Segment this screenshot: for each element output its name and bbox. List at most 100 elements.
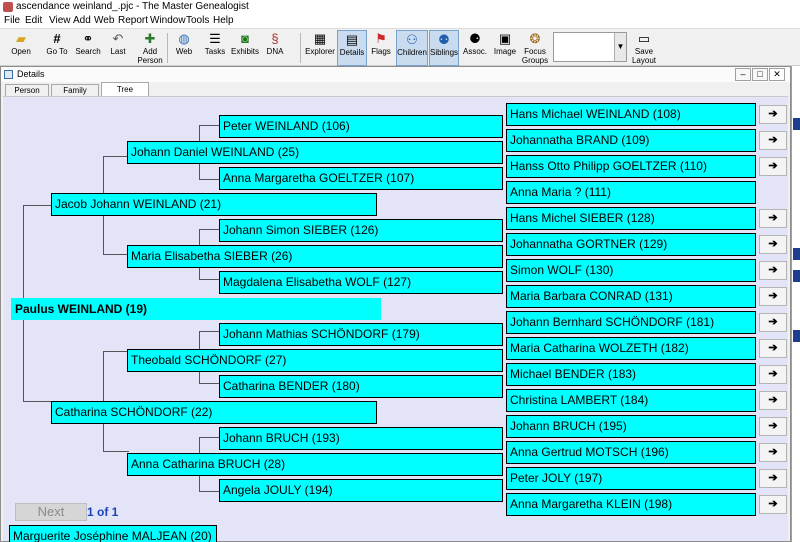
- menu-view[interactable]: View: [49, 14, 71, 28]
- arrow-right-icon[interactable]: ➔: [759, 469, 787, 488]
- next-button[interactable]: Next: [15, 503, 87, 521]
- person-paternal-grandmother[interactable]: Maria Elisabetha SIEBER (26): [127, 245, 503, 268]
- image-button[interactable]: ▣ Image: [491, 30, 519, 66]
- menu-bar: File Edit View Add Web Report Window Too…: [0, 14, 800, 28]
- person-gen5-10[interactable]: Maria Catharina WOLZETH (182): [506, 337, 756, 360]
- chevron-down-icon[interactable]: ▼: [614, 33, 626, 61]
- details-button[interactable]: ▤ Details: [337, 30, 367, 66]
- person-gen5-6[interactable]: Johannatha GORTNER (129): [506, 233, 756, 256]
- siblings-button[interactable]: ⚉ Siblings: [429, 30, 459, 66]
- arrow-right-icon[interactable]: ➔: [759, 131, 787, 150]
- arrow-right-icon[interactable]: ➔: [759, 417, 787, 436]
- web-button[interactable]: ◍ Web: [170, 30, 198, 66]
- person-gen5-2[interactable]: Johannatha BRAND (109): [506, 129, 756, 152]
- arrow-right-icon[interactable]: ➔: [759, 391, 787, 410]
- arrow-right-icon[interactable]: ➔: [759, 495, 787, 514]
- assoc-button[interactable]: ⚈ Assoc.: [460, 30, 490, 66]
- person-gen4-4[interactable]: Magdalena Elisabetha WOLF (127): [219, 271, 503, 294]
- arrow-right-icon[interactable]: ➔: [759, 365, 787, 384]
- details-window-icon: [4, 70, 13, 79]
- page-indicator: 1 of 1: [87, 505, 119, 519]
- person-gen5-11[interactable]: Michael BENDER (183): [506, 363, 756, 386]
- menu-report[interactable]: Report: [118, 14, 148, 28]
- person-gen5-12[interactable]: Christina LAMBERT (184): [506, 389, 756, 412]
- close-icon[interactable]: ✕: [769, 68, 785, 81]
- menu-add[interactable]: Add: [73, 14, 91, 28]
- person-gen4-2[interactable]: Anna Margaretha GOELTZER (107): [219, 167, 503, 190]
- flag-icon: ⚑: [375, 31, 387, 46]
- person-gen5-9[interactable]: Johann Bernhard SCHÖNDORF (181): [506, 311, 756, 334]
- go-to-button[interactable]: # Go To: [42, 30, 72, 66]
- menu-help[interactable]: Help: [213, 14, 234, 28]
- tab-family[interactable]: Family: [51, 84, 99, 96]
- person-gen5-7[interactable]: Simon WOLF (130): [506, 259, 756, 282]
- search-button[interactable]: ⚭ Search: [73, 30, 103, 66]
- person-gen4-3[interactable]: Johann Simon SIEBER (126): [219, 219, 503, 242]
- binoculars-icon: ⚭: [82, 31, 94, 46]
- save-layout-icon: ▭: [637, 31, 651, 46]
- image-icon: ▣: [498, 31, 512, 46]
- person-gen5-13[interactable]: Johann BRUCH (195): [506, 415, 756, 438]
- flags-button[interactable]: ⚑ Flags: [368, 30, 394, 66]
- layout-combobox[interactable]: ▼: [553, 32, 627, 62]
- person-gen5-3[interactable]: Hanss Otto Philipp GOELTZER (110): [506, 155, 756, 178]
- arrow-right-icon[interactable]: ➔: [759, 235, 787, 254]
- arrow-right-icon[interactable]: ➔: [759, 443, 787, 462]
- save-layout-button[interactable]: ▭ Save Layout: [629, 30, 659, 66]
- person-gen5-8[interactable]: Maria Barbara CONRAD (131): [506, 285, 756, 308]
- menu-tools[interactable]: Tools: [186, 14, 209, 28]
- menu-window[interactable]: Window: [150, 14, 186, 28]
- person-gen5-1[interactable]: Hans Michael WEINLAND (108): [506, 103, 756, 126]
- menu-file[interactable]: File: [4, 14, 20, 28]
- add-person-button[interactable]: ✚ Add Person: [135, 30, 165, 66]
- explorer-button[interactable]: ▦ Explorer: [304, 30, 336, 66]
- arrow-right-icon[interactable]: ➔: [759, 313, 787, 332]
- dna-button[interactable]: § DNA: [263, 30, 287, 66]
- menu-edit[interactable]: Edit: [25, 14, 42, 28]
- menu-web[interactable]: Web: [94, 14, 114, 28]
- person-root[interactable]: Paulus WEINLAND (19): [11, 298, 381, 320]
- background-window-edge: [791, 66, 800, 542]
- tasks-button[interactable]: ☰ Tasks: [201, 30, 229, 66]
- focus-groups-button[interactable]: ❂ Focus Groups: [520, 30, 550, 66]
- arrow-right-icon[interactable]: ➔: [759, 287, 787, 306]
- add-person-icon: ✚: [144, 31, 156, 46]
- person-gen5-15[interactable]: Peter JOLY (197): [506, 467, 756, 490]
- tab-person[interactable]: Person: [5, 84, 49, 96]
- person-mother[interactable]: Catharina SCHÖNDORF (22): [51, 401, 377, 424]
- arrow-right-icon[interactable]: ➔: [759, 339, 787, 358]
- person-gen5-4[interactable]: Anna Maria ? (111): [506, 181, 756, 204]
- app-window: ascendance weinland_.pjc - The Master Ge…: [0, 0, 800, 542]
- arrow-right-icon[interactable]: ➔: [759, 157, 787, 176]
- details-tabs: Person Family Tree: [1, 82, 790, 96]
- person-gen4-6[interactable]: Catharina BENDER (180): [219, 375, 503, 398]
- children-button[interactable]: ⚇ Children: [396, 30, 428, 66]
- person-gen5-16[interactable]: Anna Margaretha KLEIN (198): [506, 493, 756, 516]
- arrow-right-icon[interactable]: ➔: [759, 261, 787, 280]
- person-maternal-grandmother[interactable]: Anna Catharina BRUCH (28): [127, 453, 503, 476]
- person-paternal-grandfather[interactable]: Johann Daniel WEINLAND (25): [127, 141, 503, 164]
- tab-tree[interactable]: Tree: [101, 82, 149, 96]
- arrow-right-icon[interactable]: ➔: [759, 105, 787, 124]
- exhibits-button[interactable]: ◙ Exhibits: [230, 30, 260, 66]
- children-icon: ⚇: [406, 32, 418, 47]
- minimize-icon[interactable]: –: [735, 68, 751, 81]
- person-gen5-14[interactable]: Anna Gertrud MOTSCH (196): [506, 441, 756, 464]
- tasks-icon: ☰: [209, 31, 221, 46]
- person-gen4-8[interactable]: Angela JOULY (194): [219, 479, 503, 502]
- person-gen4-5[interactable]: Johann Mathias SCHÖNDORF (179): [219, 323, 503, 346]
- hash-icon: #: [53, 31, 61, 46]
- person-gen5-5[interactable]: Hans Michel SIEBER (128): [506, 207, 756, 230]
- person-gen4-1[interactable]: Peter WEINLAND (106): [219, 115, 503, 138]
- last-button[interactable]: ↶ Last: [104, 30, 132, 66]
- open-button[interactable]: ▰ Open: [6, 30, 36, 66]
- person-gen4-7[interactable]: Johann BRUCH (193): [219, 427, 503, 450]
- associates-icon: ⚈: [469, 31, 481, 46]
- person-spouse[interactable]: Marguerite Joséphine MALJEAN (20): [9, 525, 217, 542]
- window-title: ascendance weinland_.pjc - The Master Ge…: [16, 1, 249, 12]
- person-father[interactable]: Jacob Johann WEINLAND (21): [51, 193, 377, 216]
- details-title: Details: [17, 69, 45, 79]
- maximize-icon[interactable]: □: [752, 68, 768, 81]
- person-maternal-grandfather[interactable]: Theobald SCHÖNDORF (27): [127, 349, 503, 372]
- arrow-right-icon[interactable]: ➔: [759, 209, 787, 228]
